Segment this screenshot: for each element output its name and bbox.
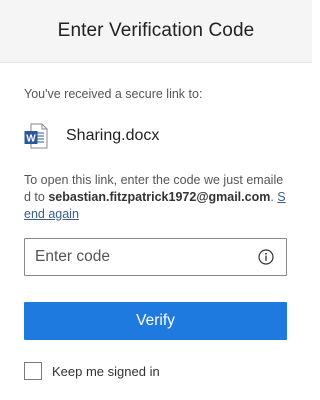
keep-signed-in-checkbox[interactable] [24,362,42,380]
intro-text: You've received a secure link to: [24,87,203,101]
keep-signed-in-label[interactable]: Keep me signed in [52,364,160,379]
file-name: Sharing.docx [66,127,160,144]
word-document-icon: W [24,123,48,149]
recipient-email: sebastian.fitzpatrick1972@gmail.com [48,190,271,204]
svg-text:W: W [26,134,36,145]
verify-button[interactable]: Verify [24,302,287,340]
code-field[interactable] [24,238,287,276]
info-icon[interactable] [258,249,274,265]
instructions-period: . [270,190,274,204]
instructions-text: To open this link, enter the code we jus… [24,172,290,223]
dialog-header: Enter Verification Code [0,0,312,63]
code-input[interactable] [25,239,258,275]
page-title: Enter Verification Code [57,20,255,41]
shared-file: W Sharing.docx [24,123,159,149]
keep-signed-in[interactable]: Keep me signed in [24,362,160,380]
